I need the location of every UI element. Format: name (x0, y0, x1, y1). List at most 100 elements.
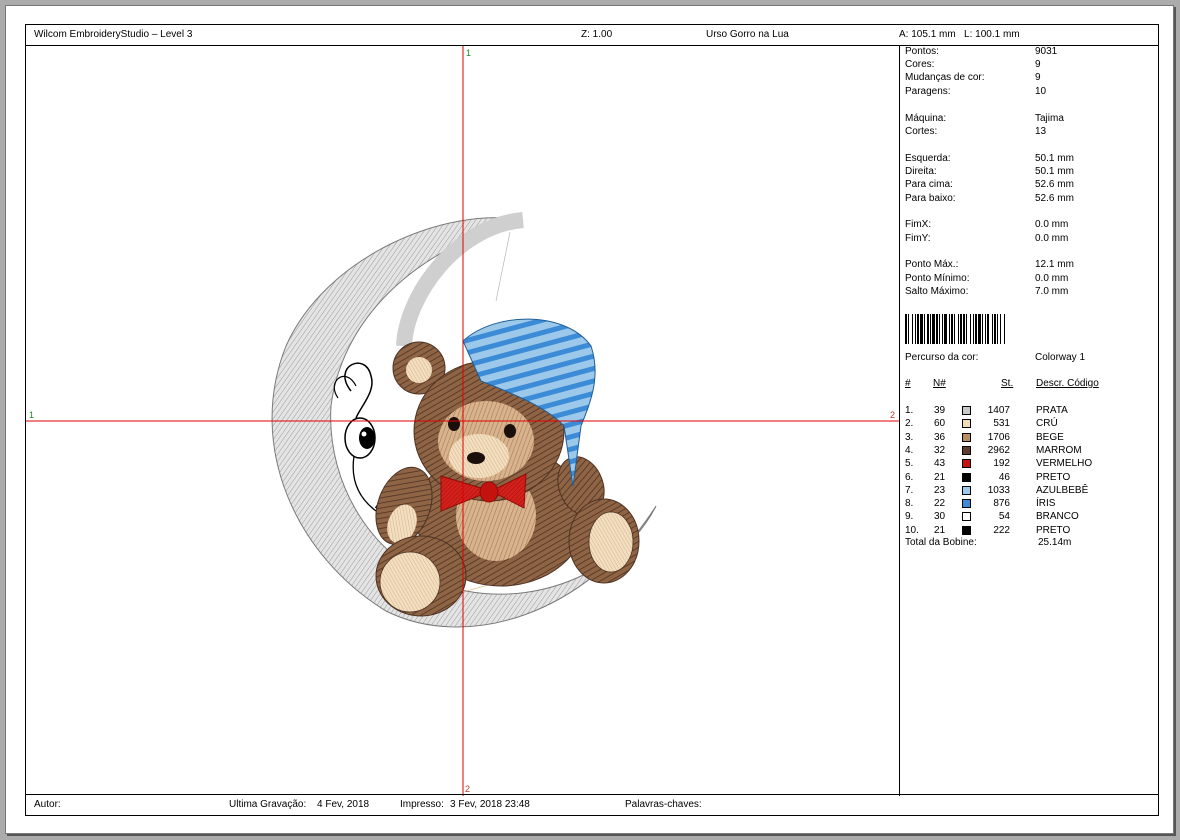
color-row-name: MARROM (1036, 444, 1082, 456)
color-swatch (962, 512, 971, 522)
print-preview-page: Wilcom EmbroideryStudio – Level 3 Z: 1.0… (5, 5, 1174, 834)
color-swatch (962, 419, 971, 429)
total-bobine: Total da Bobine: 25.14m (905, 537, 1072, 548)
stat-para-cima: Para cima: 52.6 mm (905, 179, 1074, 190)
stat-para-baixo: Para baixo: 52.6 mm (905, 193, 1074, 204)
color-row-stitches: 222 (993, 524, 1010, 536)
zoom-level: Z: 1.00 (581, 29, 613, 40)
color-row-name: PRATA (1036, 405, 1068, 416)
color-row-index: 7. (905, 484, 914, 496)
color-swatch (962, 406, 971, 415)
report-footer: Autor: Ultima Gravação: 4 Fev, 2018 Impr… (26, 794, 1158, 815)
axis-label-bottom: 2 (465, 784, 471, 794)
stat-fimy: FimY: 0.0 mm (905, 233, 1069, 244)
color-row-stitches: 192 (993, 458, 1010, 470)
color-row: 2. 60 531 CRÚ (905, 418, 1155, 431)
report-frame: Wilcom EmbroideryStudio – Level 3 Z: 1.0… (25, 24, 1159, 816)
color-row: 7. 23 1033 AZULBEBÊ (905, 485, 1155, 498)
color-row-stitches: 1033 (987, 484, 1010, 496)
color-row: 10. 21 222 PRETO (905, 525, 1155, 538)
color-row-index: 10. (905, 524, 919, 536)
stat-cortes: Cortes: 13 (905, 126, 1047, 137)
color-row: 8. 22 876 ÍRIS (905, 498, 1155, 511)
design-name: Urso Gorro na Lua (706, 29, 789, 40)
stat-maquina: Máquina: Tajima (905, 113, 1064, 124)
color-row-number: 32 (934, 444, 946, 456)
color-row-number: 30 (934, 511, 946, 523)
color-row-index: 9. (905, 511, 914, 523)
color-row-name: PRETO (1036, 524, 1071, 536)
stat-paragens: Paragens: 10 (905, 86, 1047, 97)
color-row-index: 6. (905, 471, 914, 483)
color-row: 4. 32 2962 MARROM (905, 445, 1155, 458)
color-row-number: 43 (934, 458, 946, 470)
color-row: 3. 36 1706 BEGE (905, 432, 1155, 445)
color-row-name: BRANCO (1036, 511, 1079, 523)
footer-ultima-label: Ultima Gravação: (229, 799, 307, 810)
barcode (905, 314, 1005, 344)
footer-impresso-value: 3 Fev, 2018 23:48 (450, 799, 530, 810)
stat-salto-max: Salto Máximo: 7.0 mm (905, 286, 1069, 297)
color-row-number: 36 (934, 431, 946, 443)
design-dimensions: A: 105.1 mm L: 100.1 mm (899, 29, 1020, 40)
axis-label-top: 1 (466, 48, 472, 58)
color-row-stitches: 46 (998, 471, 1010, 483)
color-row-name: VERMELHO (1036, 458, 1093, 470)
color-row-stitches: 2962 (987, 444, 1010, 456)
embroidery-design (26, 46, 899, 796)
color-row-name: ÍRIS (1036, 498, 1056, 510)
color-row-name: CRÚ (1036, 418, 1058, 430)
color-swatch (962, 432, 971, 442)
color-row-number: 60 (934, 418, 946, 430)
stat-fimx: FimX: 0.0 mm (905, 219, 1069, 230)
percurso-cor: Percurso da cor: Colorway 1 (905, 352, 1086, 363)
stat-pontos: Pontos: 9031 (905, 46, 1058, 57)
color-row-index: 5. (905, 458, 914, 470)
color-swatch (962, 445, 971, 455)
color-row-name: PRETO (1036, 471, 1071, 483)
design-canvas: 1 1 2 2 (26, 46, 899, 796)
color-swatch (962, 485, 971, 495)
bear-design (375, 318, 640, 617)
color-row-number: 23 (934, 484, 946, 496)
color-row-index: 8. (905, 498, 914, 510)
color-row-name: BEGE (1036, 431, 1064, 443)
stat-ponto-min: Ponto Mínimo: 0.0 mm (905, 273, 1069, 284)
color-row-stitches: 1706 (987, 431, 1010, 443)
color-row-number: 21 (934, 524, 946, 536)
stat-cores: Cores: 9 (905, 59, 1041, 70)
stat-mudancas: Mudanças de cor: 9 (905, 72, 1041, 83)
color-row: 6. 21 46 PRETO (905, 472, 1155, 485)
footer-ultima-value: 4 Fev, 2018 (317, 799, 370, 810)
color-swatch (962, 472, 971, 482)
axis-label-left: 1 (29, 410, 35, 420)
axis-label-right: 2 (890, 410, 896, 420)
footer-palavras: Palavras-chaves: (625, 799, 702, 810)
color-row: 5. 43 192 VERMELHO (905, 458, 1155, 471)
color-row-number: 21 (934, 471, 946, 483)
stat-ponto-max: Ponto Máx.: 12.1 mm (905, 259, 1074, 270)
design-info-panel: Pontos: 9031 Cores: 9 Mudanças de cor: 9 Pa… (900, 46, 1158, 796)
color-row-name: AZULBEBÊ (1036, 484, 1089, 496)
color-row-stitches: 54 (998, 511, 1010, 523)
report-header: Wilcom EmbroideryStudio – Level 3 Z: 1.0… (26, 25, 1158, 46)
footer-impresso-label: Impresso: (400, 799, 444, 810)
stat-direita: Direita: 50.1 mm (905, 166, 1074, 177)
stat-esquerda: Esquerda: 50.1 mm (905, 153, 1074, 164)
color-row-stitches: 1407 (987, 405, 1010, 416)
footer-autor: Autor: (34, 799, 61, 810)
color-row-index: 2. (905, 418, 914, 430)
color-row-stitches: 876 (993, 498, 1010, 510)
color-row: 9. 30 54 BRANCO (905, 511, 1155, 524)
jump-stitch (495, 231, 511, 302)
color-swatch (962, 525, 971, 535)
color-row: 1. 39 1407 PRATA (905, 405, 1155, 418)
color-row-index: 3. (905, 431, 914, 443)
color-row-index: 1. (905, 405, 914, 416)
color-row-number: 39 (934, 405, 946, 416)
color-row-index: 4. (905, 444, 914, 456)
color-swatch (962, 499, 971, 509)
color-table-header: # N# St. Descr. Código (905, 378, 1099, 389)
color-swatch (962, 459, 971, 469)
color-row-number: 22 (934, 498, 946, 510)
